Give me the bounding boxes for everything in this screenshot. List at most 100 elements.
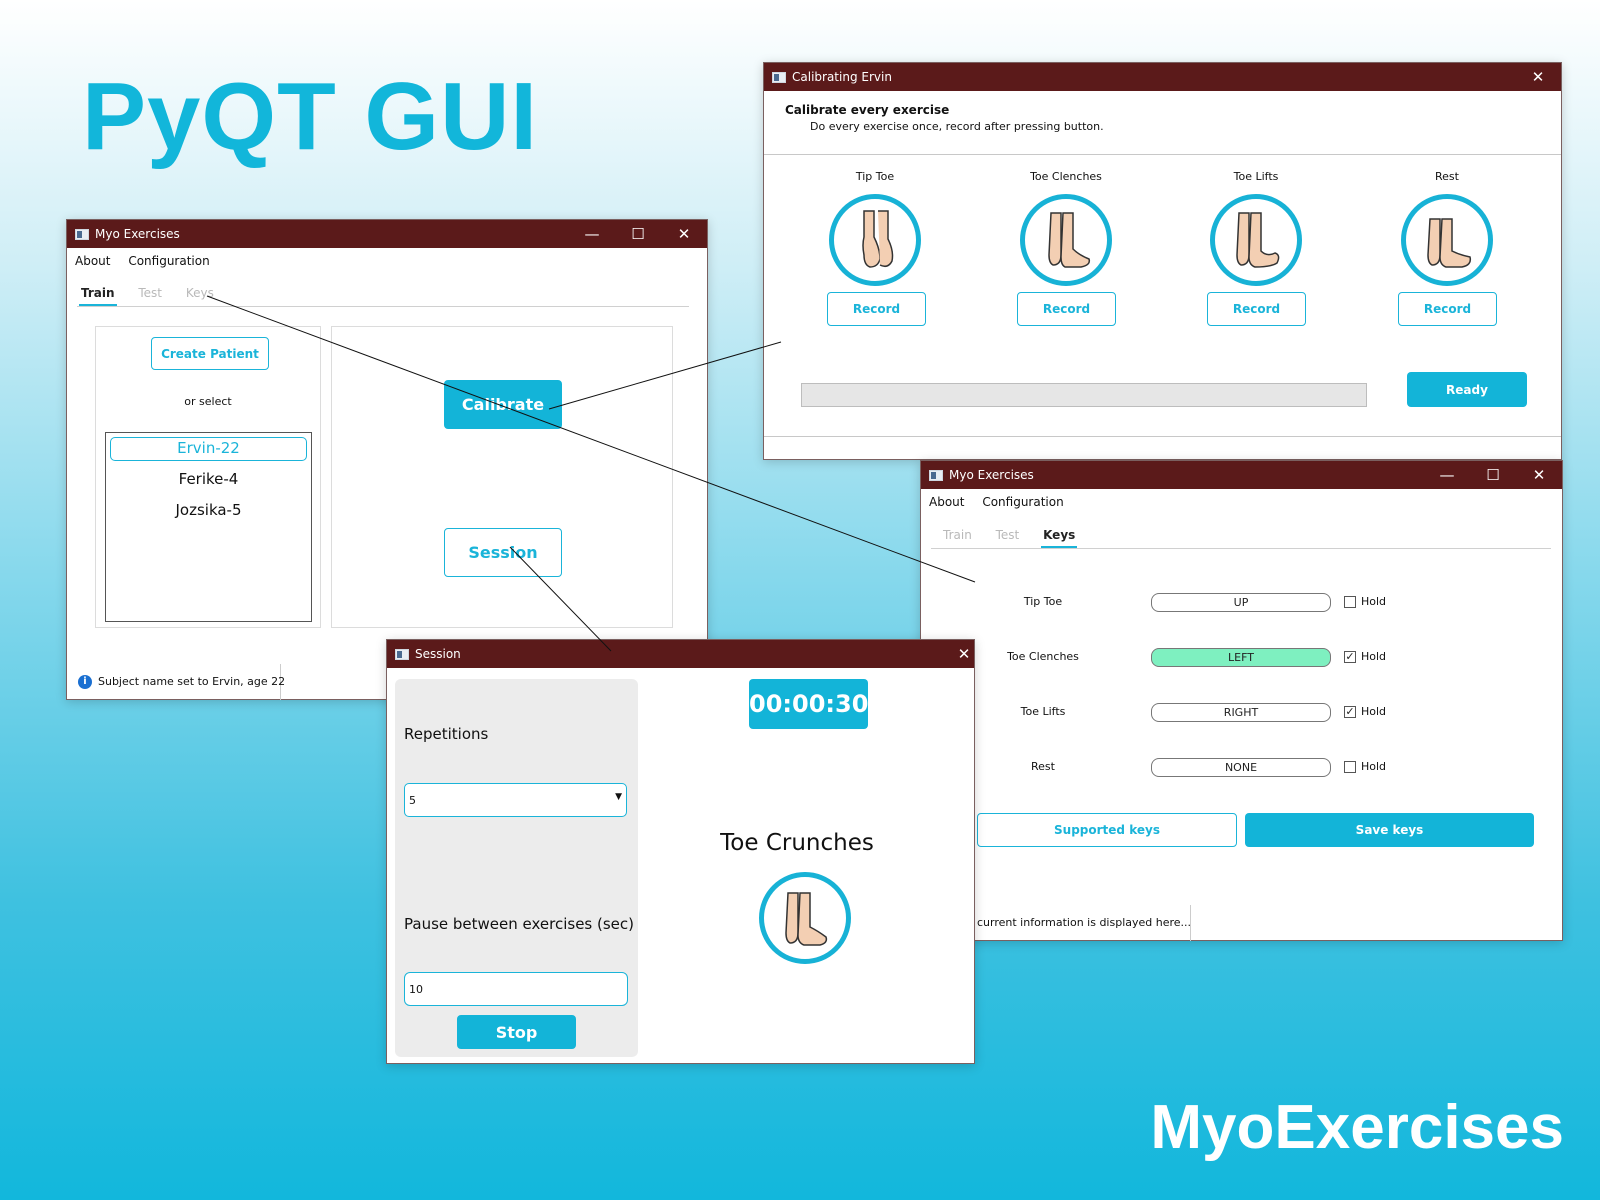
toe-clenches-foot-icon: [1020, 194, 1112, 286]
current-exercise-label: Toe Crunches: [720, 830, 874, 856]
minimize-icon[interactable]: —: [1424, 461, 1470, 489]
list-item[interactable]: Ferike-4: [110, 467, 307, 491]
menu-about[interactable]: About: [75, 254, 110, 268]
record-button-tip-toe[interactable]: Record: [827, 292, 926, 326]
tab-test[interactable]: Test: [136, 286, 164, 304]
chevron-down-icon: ▼: [615, 792, 622, 802]
minimize-icon[interactable]: —: [569, 220, 615, 248]
session-timer: 00:00:30: [749, 679, 868, 729]
key-input-toe-clenches[interactable]: LEFT: [1151, 648, 1331, 667]
slide-title: PyQT GUI: [82, 63, 539, 170]
tab-train[interactable]: Train: [79, 286, 117, 307]
main-window-titlebar[interactable]: Myo Exercises — ☐ ✕: [67, 220, 707, 248]
list-item[interactable]: Jozsika-5: [110, 498, 307, 522]
tab-keys[interactable]: Keys: [1041, 528, 1078, 549]
menu-configuration[interactable]: Configuration: [128, 254, 209, 268]
hold-label: Hold: [1361, 595, 1387, 608]
tab-test[interactable]: Test: [994, 528, 1022, 546]
record-button-toe-lifts[interactable]: Record: [1207, 292, 1306, 326]
main-window: Myo Exercises — ☐ ✕ About Configuration …: [66, 219, 708, 700]
maximize-icon[interactable]: ☐: [615, 220, 661, 248]
repetitions-value: 5: [409, 794, 416, 807]
supported-keys-button[interactable]: Supported keys: [977, 813, 1237, 847]
status-bar: current information is displayed here...: [977, 905, 1191, 941]
close-icon[interactable]: ✕: [954, 640, 974, 668]
rest-foot-icon: [1401, 194, 1493, 286]
session-button[interactable]: Session: [444, 528, 562, 577]
info-icon: i: [78, 675, 92, 689]
window-title: Session: [415, 647, 461, 661]
key-row-label: Toe Lifts: [1020, 705, 1066, 718]
window-title: Myo Exercises: [95, 227, 180, 241]
record-button-rest[interactable]: Record: [1398, 292, 1497, 326]
session-settings-panel: Repetitions 5 ▼ Pause between exercises …: [395, 679, 638, 1057]
hold-label: Hold: [1361, 760, 1387, 773]
hold-checkbox-toe-clenches[interactable]: ✓: [1344, 651, 1356, 663]
slide-footer: MyoExercises: [1150, 1093, 1564, 1162]
status-divider: [764, 436, 1561, 437]
close-icon[interactable]: ✕: [1515, 63, 1561, 91]
toe-lifts-foot-icon: [1210, 194, 1302, 286]
stop-button[interactable]: Stop: [457, 1015, 576, 1049]
repetitions-dropdown[interactable]: 5 ▼: [404, 783, 627, 817]
pause-input[interactable]: 10: [404, 972, 628, 1006]
close-icon[interactable]: ✕: [1516, 461, 1562, 489]
hold-checkbox-rest[interactable]: [1344, 761, 1356, 773]
exercise-label-toe-clenches: Toe Clenches: [1030, 170, 1102, 183]
key-input-tip-toe[interactable]: UP: [1151, 593, 1331, 612]
key-input-toe-lifts[interactable]: RIGHT: [1151, 703, 1331, 722]
list-item-selected[interactable]: Ervin-22: [110, 437, 307, 461]
calibration-window: Calibrating Ervin ✕ Calibrate every exer…: [763, 62, 1562, 460]
key-row-label: Tip Toe: [1023, 595, 1063, 608]
patient-list[interactable]: Ervin-22 Ferike-4 Jozsika-5: [105, 432, 312, 622]
tip-toe-foot-icon: [829, 194, 921, 286]
calibrate-button[interactable]: Calibrate: [444, 380, 562, 429]
status-text: Subject name set to Ervin, age 22: [98, 675, 286, 688]
calibration-titlebar[interactable]: Calibrating Ervin ✕: [764, 63, 1561, 91]
or-select-label: or select: [184, 395, 232, 408]
hold-label: Hold: [1361, 705, 1387, 718]
key-row-label: Toe Clenches: [1007, 650, 1079, 663]
status-bar: i Subject name set to Ervin, age 22: [67, 664, 285, 700]
close-icon[interactable]: ✕: [661, 220, 707, 248]
toe-crunches-foot-icon: [759, 872, 851, 964]
save-keys-button[interactable]: Save keys: [1245, 813, 1534, 847]
menu-bar: About Configuration: [75, 254, 224, 268]
exercise-label-rest: Rest: [1435, 170, 1459, 183]
tab-divider: [77, 306, 689, 307]
app-icon: [772, 71, 786, 83]
pause-label: Pause between exercises (sec): [404, 915, 634, 933]
tab-bar: Train Test Keys: [941, 528, 1093, 549]
exercise-label-tip-toe: Tip Toe: [855, 170, 895, 183]
key-row-label: Rest: [1031, 760, 1055, 773]
keys-window: Myo Exercises — ☐ ✕ About Configuration …: [920, 460, 1563, 941]
session-window: Session ✕ Repetitions 5 ▼ Pause between …: [386, 639, 975, 1064]
calibration-instructions: Do every exercise once, record after pre…: [810, 120, 1104, 133]
actions-panel: [331, 326, 673, 628]
tab-divider: [931, 548, 1551, 549]
create-patient-button[interactable]: Create Patient: [151, 337, 269, 370]
hold-checkbox-tip-toe[interactable]: [1344, 596, 1356, 608]
key-input-rest[interactable]: NONE: [1151, 758, 1331, 777]
calibration-progress-bar: [801, 383, 1367, 407]
ready-button[interactable]: Ready: [1407, 372, 1527, 407]
session-titlebar[interactable]: Session ✕: [387, 640, 974, 668]
menu-about[interactable]: About: [929, 495, 964, 509]
app-icon: [929, 469, 943, 481]
repetitions-label: Repetitions: [404, 725, 489, 743]
tab-train[interactable]: Train: [941, 528, 974, 546]
maximize-icon[interactable]: ☐: [1470, 461, 1516, 489]
menu-bar: About Configuration: [929, 495, 1078, 509]
hold-label: Hold: [1361, 650, 1387, 663]
window-title: Myo Exercises: [949, 468, 1034, 482]
menu-configuration[interactable]: Configuration: [982, 495, 1063, 509]
exercise-label-toe-lifts: Toe Lifts: [1233, 170, 1279, 183]
tab-keys[interactable]: Keys: [184, 286, 216, 304]
record-button-toe-clenches[interactable]: Record: [1017, 292, 1116, 326]
divider: [764, 154, 1561, 155]
hold-checkbox-toe-lifts[interactable]: ✓: [1344, 706, 1356, 718]
keys-window-titlebar[interactable]: Myo Exercises — ☐ ✕: [921, 461, 1562, 489]
calibration-heading: Calibrate every exercise: [785, 103, 950, 117]
status-text: current information is displayed here...: [977, 916, 1192, 929]
window-title: Calibrating Ervin: [792, 70, 892, 84]
